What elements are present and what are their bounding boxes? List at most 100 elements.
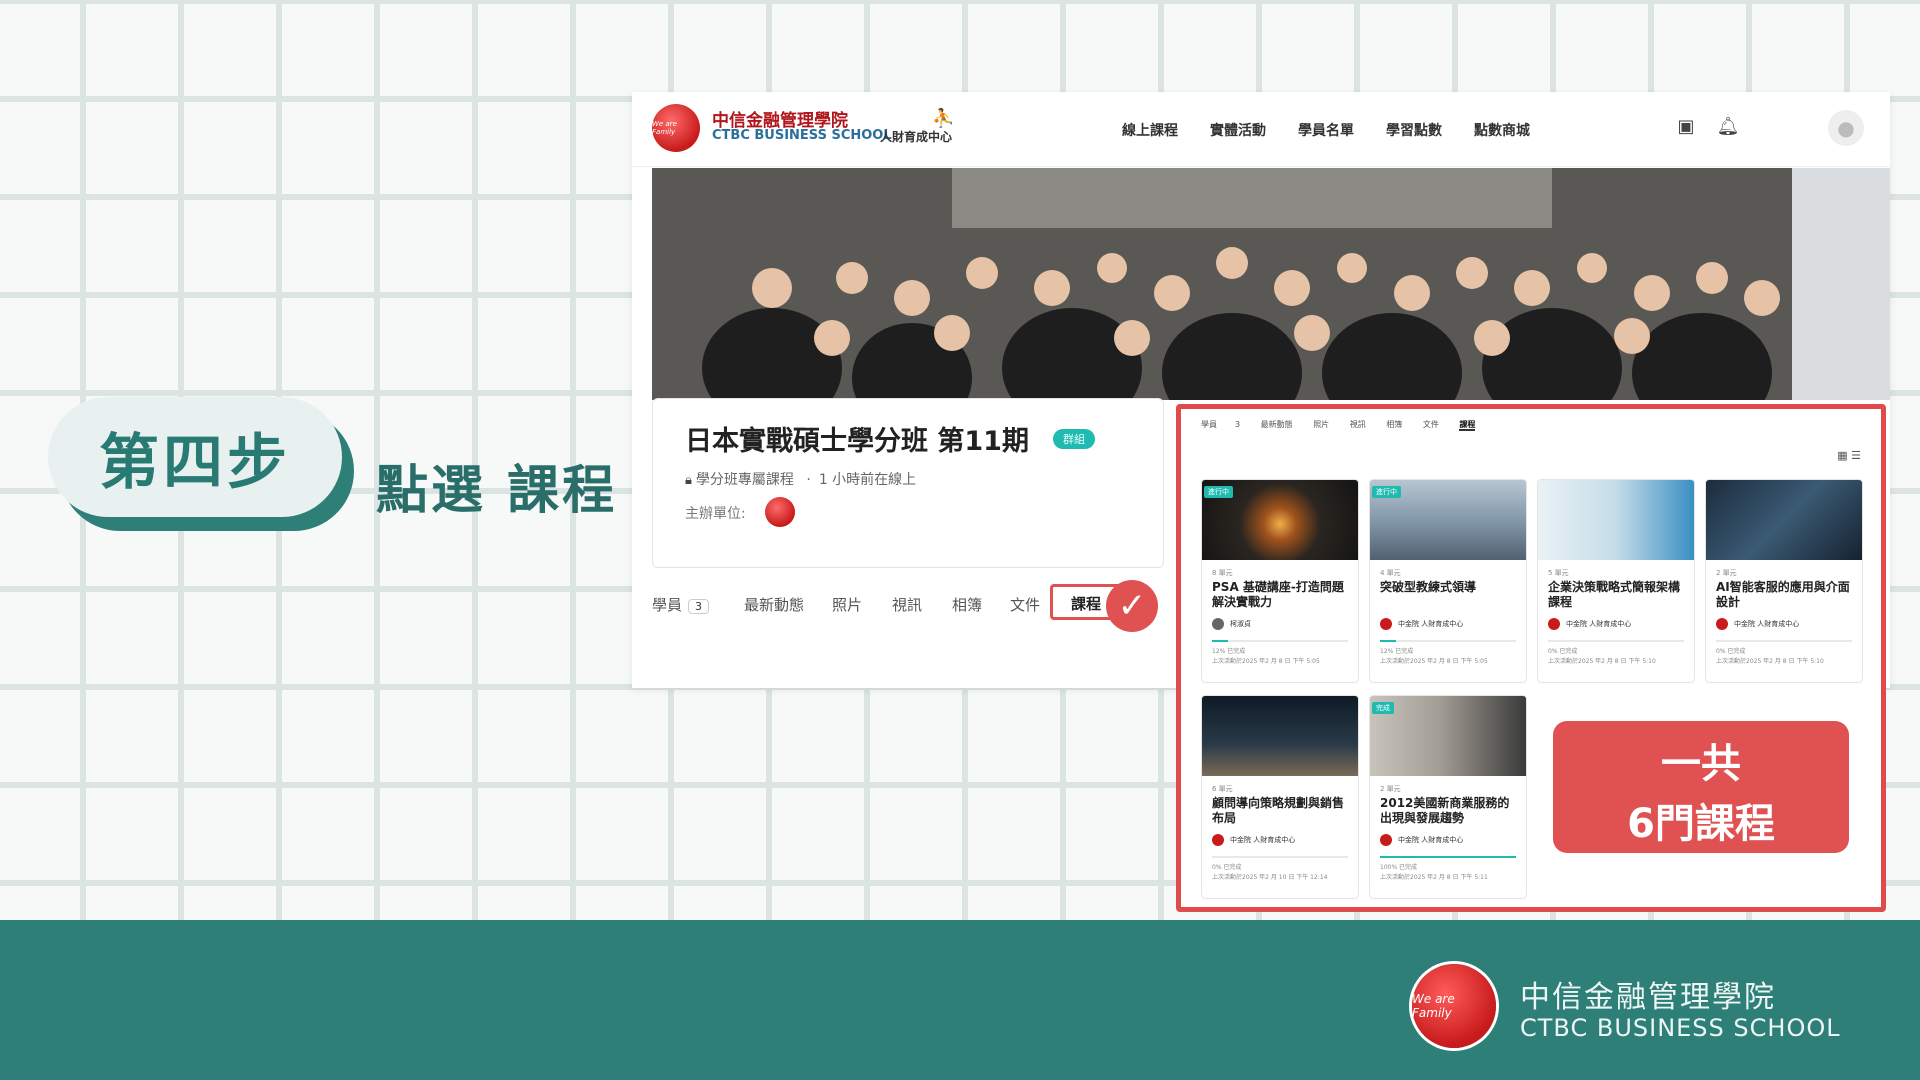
course-owner: 中金院 人財育成中心 [1548,618,1631,630]
course-panel-tabs: 學員 3 最新動態 照片 視訊 相簿 文件 課程 [1201,419,1493,439]
cp-tab-members[interactable]: 學員 [1201,420,1217,429]
organizer-label: 主辦單位: [685,506,746,522]
member-count-badge: 3 [688,599,710,614]
footer-school-name-cn: 中信金融管理學院 [1520,980,1776,1015]
cp-tab-news[interactable]: 最新動態 [1261,420,1293,429]
step-instruction: 點選 課程 [376,461,618,521]
footer-logo-text: We are Family [1412,992,1455,1020]
course-owner-name: 中金院 人財育成中心 [1566,620,1632,628]
group-cover-photo [652,168,1890,400]
tab-video[interactable]: 視訊 [892,594,922,615]
course-card[interactable]: 2 單元 AI智能客服的應用與介面設計 中金院 人財育成中心 0% 已完成 上次… [1705,479,1863,683]
cp-tab-albums[interactable]: 相簿 [1386,420,1402,429]
top-navbar: We are Family 中信金融管理學院 CTBC BUSINESS SCH… [632,92,1890,167]
course-thumbnail [1538,480,1694,560]
progress-bar [1548,640,1684,642]
total-courses-callout: 一共 6門課程 [1553,721,1849,853]
course-owner-name: 中金院 人財育成中心 [1398,620,1464,628]
nav-member-list[interactable]: 學員名單 [1298,120,1354,140]
course-list-zoom-panel: 學員 3 最新動態 照片 視訊 相簿 文件 課程 ▦ ☰ 進行中 8 單元 PSA… [1176,404,1886,912]
owner-avatar [1212,834,1224,846]
course-title: 2012美國新商業服務的出現與發展趨勢 [1380,796,1510,825]
course-card[interactable]: 6 單元 顧問導向策略規劃與銷售布局 中金院 人財育成中心 0% 已完成 上次活… [1201,695,1359,899]
course-title: 企業決策戰略式簡報架構課程 [1548,580,1681,609]
nav-events[interactable]: 實體活動 [1210,120,1266,140]
tab-members-label: 學員 [652,596,683,614]
cp-tab-video[interactable]: 視訊 [1350,420,1366,429]
status-badge: 進行中 [1372,486,1401,498]
group-subtitle: 🔒︎ 學分班專屬課程 · 1 小時前在線上 [685,472,917,488]
tab-members[interactable]: 學員 3 [652,594,710,615]
group-info-card: 日本實戰碩士學分班 第11期 群組 🔒︎ 學分班專屬課程 · 1 小時前在線上 主辦… [652,398,1164,568]
course-owner: 中金院 人財育成中心 [1380,618,1463,630]
bell-icon[interactable]: 🔔︎ [1716,116,1740,140]
owner-avatar [1380,618,1392,630]
progress-text: 0% 已完成 [1716,648,1746,655]
last-activity: 上次活動於2025 年2 月 8 日 下午 5:10 [1716,658,1824,665]
course-units: 6 單元 [1212,785,1233,793]
grid-view-icon[interactable]: ▦ ☰ [1837,449,1861,462]
course-owner-name: 中金院 人財育成中心 [1398,836,1464,844]
owner-avatar [1716,618,1728,630]
tab-albums[interactable]: 相簿 [952,594,982,615]
cp-tab-count: 3 [1235,420,1241,429]
step-label: 第四步 [99,427,291,498]
footer-school-name-en: CTBC BUSINESS SCHOOL [1520,1014,1841,1042]
lock-icon: 🔒︎ [685,473,692,488]
status-badge: 完成 [1372,702,1394,714]
course-card[interactable]: 進行中 8 單元 PSA 基礎講座-打造問題解決實戰力 柯淑貞 12% 已完成 … [1201,479,1359,683]
organizer-logo[interactable] [765,497,795,527]
sub-unit-label: 人財育成中心 [880,130,953,144]
progress-text: 12% 已完成 [1380,648,1414,655]
tab-documents[interactable]: 文件 [1010,594,1040,615]
logo-text: We are Family [652,120,677,136]
tab-news[interactable]: 最新動態 [744,594,804,615]
footer-logo: We are Family [1412,964,1496,1048]
course-units: 8 單元 [1212,569,1233,577]
group-title: 日本實戰碩士學分班 第11期 [685,426,1029,457]
last-activity: 上次活動於2025 年2 月 8 日 下午 5:05 [1212,658,1320,665]
nav-online-courses[interactable]: 線上課程 [1122,120,1178,140]
course-owner-name: 柯淑貞 [1230,620,1251,628]
last-activity: 上次活動於2025 年2 月 8 日 下午 5:05 [1380,658,1488,665]
step-pill: 第四步 [48,397,342,517]
course-owner: 柯淑貞 [1212,618,1251,630]
progress-fill [1212,640,1229,642]
last-activity: 上次活動於2025 年2 月 8 日 下午 5:10 [1548,658,1656,665]
course-card[interactable]: 完成 2 單元 2012美國新商業服務的出現與發展趨勢 中金院 人財育成中心 1… [1369,695,1527,899]
course-owner-name: 中金院 人財育成中心 [1230,836,1296,844]
group-badge: 群組 [1053,429,1095,449]
progress-bar [1380,640,1516,642]
progress-text: 0% 已完成 [1212,864,1242,871]
nav-learning-points[interactable]: 學習點數 [1386,120,1442,140]
total-label: 一共 [1661,741,1741,787]
school-logo[interactable]: We are Family [652,104,700,152]
cp-tab-courses[interactable]: 課程 [1459,420,1476,431]
cp-tab-photos[interactable]: 照片 [1313,420,1329,429]
course-title: 突破型教練式領導 [1380,580,1477,594]
tab-photos[interactable]: 照片 [832,594,862,615]
group-photo-illustration [652,168,1890,400]
course-owner: 中金院 人財育成中心 [1380,834,1463,846]
last-activity: 上次活動於2025 年2 月 8 日 下午 5:11 [1380,874,1488,881]
course-units: 5 單元 [1548,569,1569,577]
progress-bar [1380,856,1516,858]
checkmark-icon: ✓ [1106,580,1158,632]
course-thumbnail [1706,480,1862,560]
progress-bar [1212,856,1348,858]
total-count: 6門課程 [1627,801,1775,847]
course-owner-name: 中金院 人財育成中心 [1734,620,1800,628]
course-card[interactable]: 進行中 4 單元 突破型教練式領導 中金院 人財育成中心 12% 已完成 上次活… [1369,479,1527,683]
last-activity: 上次活動於2025 年2 月 10 日 下午 12:14 [1212,874,1328,881]
course-units: 2 單元 [1380,785,1401,793]
progress-text: 0% 已完成 [1548,648,1578,655]
school-name-en: CTBC BUSINESS SCHOOL [712,128,892,143]
cp-tab-docs[interactable]: 文件 [1423,420,1439,429]
inbox-icon[interactable]: ▣ [1674,116,1698,140]
course-card[interactable]: 5 單元 企業決策戰略式簡報架構課程 中金院 人財育成中心 0% 已完成 上次活… [1537,479,1695,683]
user-avatar-icon[interactable]: ● [1828,110,1864,146]
nav-points-store[interactable]: 點數商城 [1474,120,1530,140]
people-icon: ⛹ [932,108,955,129]
course-thumbnail [1202,696,1358,776]
progress-text: 12% 已完成 [1212,648,1246,655]
